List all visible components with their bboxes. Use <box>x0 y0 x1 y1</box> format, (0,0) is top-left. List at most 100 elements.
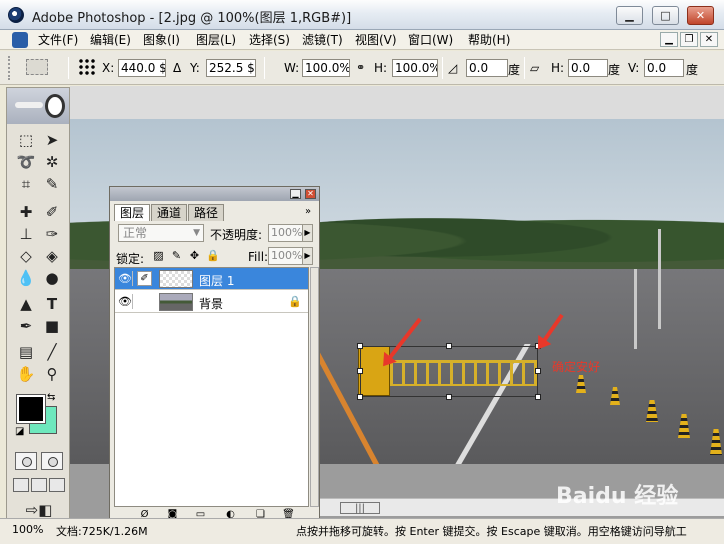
eraser-tool-icon[interactable]: ◇ <box>15 246 37 266</box>
lock-all-icon[interactable]: 🔒 <box>206 249 220 262</box>
dodge-tool-icon[interactable]: ● <box>41 268 63 288</box>
tab-layers[interactable]: 图层 <box>114 204 151 221</box>
standard-mode-button[interactable] <box>15 452 37 470</box>
lasso-tool-icon[interactable]: ➰ <box>15 152 37 172</box>
menu-window[interactable]: 窗口(W) <box>408 32 468 48</box>
fill-arrow-icon[interactable]: ▶ <box>302 247 313 265</box>
delta-icon[interactable]: Δ <box>173 61 181 75</box>
chevron-down-icon: ▼ <box>193 228 200 238</box>
doc-restore-button[interactable]: ❐ <box>680 32 698 47</box>
paint-bucket-icon[interactable]: ◈ <box>41 246 63 266</box>
visibility-eye-icon[interactable]: 👁 <box>118 271 133 286</box>
pen-tool-icon[interactable]: ✒ <box>15 316 37 336</box>
transform-handle[interactable] <box>357 343 363 349</box>
doc-minimize-button[interactable]: ▁ <box>660 32 678 47</box>
shape-tool-icon[interactable]: ■ <box>41 316 63 336</box>
history-brush-icon[interactable]: ✑ <box>41 224 63 244</box>
height-field[interactable]: 100.0% <box>392 59 438 77</box>
default-colors-icon[interactable]: ◪ <box>15 426 24 437</box>
transform-handle[interactable] <box>535 394 541 400</box>
lock-position-icon[interactable]: ✥ <box>188 249 201 262</box>
opacity-arrow-icon[interactable]: ▶ <box>302 224 313 242</box>
transform-handle[interactable] <box>357 394 363 400</box>
screen-mode-standard-icon[interactable] <box>13 478 29 492</box>
transform-handle[interactable] <box>535 368 541 374</box>
lock-transparency-icon[interactable]: ▨ <box>152 249 165 262</box>
close-button[interactable]: ✕ <box>687 6 714 25</box>
layer-list-scrollbar[interactable] <box>310 267 319 507</box>
menu-image[interactable]: 图象(I) <box>143 32 196 48</box>
doc-close-button[interactable]: ✕ <box>700 32 718 47</box>
layer-row-layer1[interactable]: 👁 ✐ 图层 1 <box>115 268 308 290</box>
brush-link-icon[interactable]: ✐ <box>137 271 152 286</box>
eyedropper-icon[interactable]: ╱ <box>41 342 63 362</box>
eye-logo-icon <box>45 94 65 118</box>
maximize-button[interactable]: □ <box>652 6 679 25</box>
transform-handle[interactable] <box>446 394 452 400</box>
blend-mode-select[interactable]: 正常 ▼ <box>118 224 204 242</box>
menu-view[interactable]: 视图(V) <box>355 32 408 48</box>
options-grip[interactable] <box>8 56 12 80</box>
transform-handle[interactable] <box>357 368 363 374</box>
move-tool-icon[interactable]: ➤ <box>41 130 63 150</box>
clone-stamp-icon[interactable]: ⊥ <box>15 224 37 244</box>
minimize-button[interactable]: ▁ <box>616 6 643 25</box>
swap-colors-icon[interactable]: ⇆ <box>47 392 55 403</box>
menu-select[interactable]: 选择(S) <box>249 32 302 48</box>
hand-tool-icon[interactable]: ✋ <box>15 364 37 384</box>
menu-filter[interactable]: 滤镜(T) <box>302 32 355 48</box>
street-lamp <box>658 229 661 329</box>
foreground-color-swatch[interactable] <box>16 394 46 424</box>
tool-preset-picker[interactable] <box>26 59 48 75</box>
lock-label: 锁定: <box>116 252 145 266</box>
lock-pixels-icon[interactable]: ✎ <box>170 249 183 262</box>
visibility-eye-icon[interactable]: 👁 <box>118 294 133 309</box>
screen-mode-full-menu-icon[interactable] <box>31 478 47 492</box>
crop-tool-icon[interactable]: ⌗ <box>15 174 37 194</box>
menu-file[interactable]: 文件(F) <box>38 32 90 48</box>
h-skew-field[interactable]: 0.0 <box>568 59 608 77</box>
tab-channels[interactable]: 通道 <box>151 204 188 221</box>
slice-tool-icon[interactable]: ✎ <box>41 174 63 194</box>
menu-help[interactable]: 帮助(H) <box>468 32 524 48</box>
menu-layer[interactable]: 图层(L) <box>196 32 249 48</box>
zoom-tool-icon[interactable]: ⚲ <box>41 364 63 384</box>
x-field[interactable]: 440.0 $ <box>118 59 166 77</box>
type-tool-icon[interactable]: T <box>41 294 63 314</box>
rotate-field[interactable]: 0.0 <box>466 59 508 77</box>
quick-mask-button[interactable] <box>41 452 63 470</box>
palette-minimize-button[interactable]: ▁ <box>290 189 301 199</box>
transform-handle[interactable] <box>446 343 452 349</box>
marquee-tool-icon[interactable]: ⬚ <box>15 130 37 150</box>
v-skew-unit: 度 <box>686 63 699 77</box>
menu-edit[interactable]: 编辑(E) <box>90 32 143 48</box>
notes-tool-icon[interactable]: ▤ <box>15 342 37 362</box>
y-field[interactable]: 252.5 $ <box>206 59 256 77</box>
healing-brush-icon[interactable]: ✚ <box>15 202 37 222</box>
path-selection-icon[interactable]: ▲ <box>15 294 37 314</box>
layers-palette-titlebar[interactable]: ▁ ✕ <box>110 187 319 201</box>
tab-paths[interactable]: 路径 <box>188 204 225 221</box>
v-skew-field[interactable]: 0.0 <box>644 59 684 77</box>
blend-mode-value: 正常 <box>123 226 148 240</box>
width-field[interactable]: 100.0% <box>302 59 350 77</box>
reference-point-icon[interactable] <box>78 58 96 76</box>
document-icon <box>12 32 28 48</box>
link-icon[interactable]: ⚭ <box>356 61 365 74</box>
status-bar: 100% 文档:725K/1.26M 点按并拖移可旋转。按 Enter 键提交。… <box>0 518 724 544</box>
zoom-level[interactable]: 100% <box>12 523 52 539</box>
jump-to-imageready-icon[interactable]: ⇨◧ <box>15 500 63 520</box>
brush-tool-icon[interactable]: ✐ <box>41 202 63 222</box>
h-skew-unit: 度 <box>608 63 621 77</box>
palette-menu-icon[interactable]: » <box>305 206 311 217</box>
tools-header[interactable] <box>7 88 69 124</box>
magic-wand-icon[interactable]: ✲ <box>41 152 63 172</box>
layer-row-background[interactable]: 👁 背景 🔒 <box>115 291 308 313</box>
scroll-thumb[interactable]: ||| <box>340 502 380 514</box>
window-title: Adobe Photoshop - [2.jpg @ 100%(图层 1,RGB… <box>32 11 352 26</box>
screen-mode-full-icon[interactable] <box>49 478 65 492</box>
layers-palette: ▁ ✕ 图层 通道 路径 » 正常 ▼ 不透明度: 100% ▶ 锁定: ▨ ✎… <box>109 186 320 524</box>
blur-tool-icon[interactable]: 💧 <box>15 268 37 288</box>
v-skew-label: V: <box>628 61 640 75</box>
palette-close-button[interactable]: ✕ <box>305 189 316 199</box>
